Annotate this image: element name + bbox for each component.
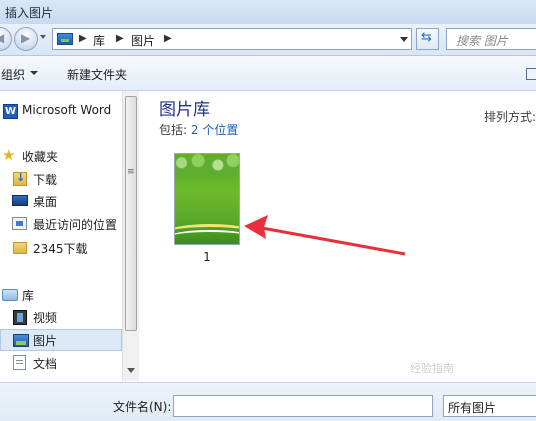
filename-input[interactable] <box>173 395 433 417</box>
command-toolbar: 组织 新建文件夹 <box>0 56 536 91</box>
file-type-value: 所有图片 <box>448 401 497 415</box>
scrollbar-thumb[interactable]: ≡ <box>125 96 137 331</box>
nav-item-documents[interactable]: 文档 <box>0 352 122 374</box>
nav-item-label: 图片 <box>33 334 58 348</box>
nav-item-microsoft-word[interactable]: W Microsoft Word <box>0 100 122 122</box>
scroll-down-arrow-icon[interactable] <box>127 368 135 373</box>
search-input[interactable]: 搜索 图片 <box>446 28 536 50</box>
organize-button[interactable]: 组织 <box>1 66 25 83</box>
file-list-pane: 图片库 包括: 2 个位置 排列方式: 1 <box>140 91 536 381</box>
nav-item-label: 库 <box>22 289 35 303</box>
word-icon: W <box>3 104 18 119</box>
nav-item-label: 下载 <box>33 173 58 187</box>
nav-item-label: 桌面 <box>33 195 58 209</box>
library-icon <box>2 289 18 301</box>
video-icon <box>13 310 27 325</box>
window-title: 插入图片 <box>5 6 54 20</box>
refresh-button[interactable]: ⇆ <box>416 28 439 50</box>
address-row: ◀ ▶ ▶ 库 ▶ 图片 ▶ ⇆ 搜索 图片 <box>0 24 536 56</box>
nav-item-2345-downloads[interactable]: 2345下载 <box>0 237 122 259</box>
nav-item-label: 视频 <box>33 311 58 325</box>
documents-icon <box>13 355 26 370</box>
desktop-icon <box>12 195 28 206</box>
arrow-shaft <box>261 226 406 256</box>
nav-item-downloads[interactable]: 下载 <box>0 168 122 190</box>
file-type-select[interactable]: 所有图片 <box>443 395 536 417</box>
navigation-scrollbar[interactable]: ≡ <box>122 91 139 381</box>
forward-arrow-icon: ▶ <box>21 31 31 45</box>
download-folder-icon <box>13 171 27 186</box>
address-dropdown-icon[interactable] <box>400 37 408 42</box>
nav-item-favorites[interactable]: ★ 收藏夹 <box>0 145 122 167</box>
breadcrumb-library[interactable]: 库 <box>93 32 105 49</box>
breadcrumb-chevron-icon[interactable]: ▶ <box>116 33 124 44</box>
red-arrow-annotation <box>244 215 406 256</box>
watermark: 经验指南 <box>410 362 454 375</box>
nav-item-label: 收藏夹 <box>22 150 59 164</box>
grip-icon: ≡ <box>127 167 135 177</box>
navigation-pane: W Microsoft Word ★ 收藏夹 下载 桌面 最近访问的位置 234… <box>0 91 122 381</box>
recent-places-icon <box>12 217 27 230</box>
breadcrumb-chevron-icon[interactable]: ▶ <box>164 33 172 44</box>
organize-dropdown-icon[interactable] <box>30 71 38 75</box>
nav-item-label: 最近访问的位置 <box>33 218 118 232</box>
nav-item-pictures[interactable]: 图片 <box>0 329 122 351</box>
pictures-icon <box>13 334 29 347</box>
nav-item-recent-places[interactable]: 最近访问的位置 <box>0 213 122 235</box>
back-arrow-icon: ◀ <box>0 31 4 45</box>
refresh-icon: ⇆ <box>421 30 432 45</box>
view-options-icon[interactable] <box>526 68 536 80</box>
back-button[interactable]: ◀ <box>0 27 12 51</box>
forward-button[interactable]: ▶ <box>14 27 38 51</box>
pictures-library-icon <box>57 33 73 45</box>
address-bar[interactable]: ▶ 库 ▶ 图片 ▶ <box>52 28 412 50</box>
filename-label: 文件名(N): <box>113 400 172 414</box>
nav-item-libraries[interactable]: 库 <box>0 284 122 306</box>
nav-item-desktop[interactable]: 桌面 <box>0 190 122 212</box>
title-bar: 插入图片 <box>0 0 536 25</box>
search-placeholder: 搜索 图片 <box>456 34 508 48</box>
folder-icon <box>13 242 27 254</box>
star-icon: ★ <box>2 146 16 164</box>
nav-item-label: Microsoft Word <box>22 103 112 117</box>
recent-pages-dropdown-icon[interactable] <box>40 35 46 39</box>
nav-item-label: 文档 <box>33 357 58 371</box>
nav-item-label: 2345下载 <box>33 242 88 256</box>
breadcrumb-chevron-icon[interactable]: ▶ <box>79 33 87 44</box>
file-name-bar: 文件名(N): 所有图片 <box>0 382 536 421</box>
new-folder-button[interactable]: 新建文件夹 <box>67 66 127 83</box>
nav-item-videos[interactable]: 视频 <box>0 306 122 328</box>
breadcrumb-pictures[interactable]: 图片 <box>131 32 155 49</box>
